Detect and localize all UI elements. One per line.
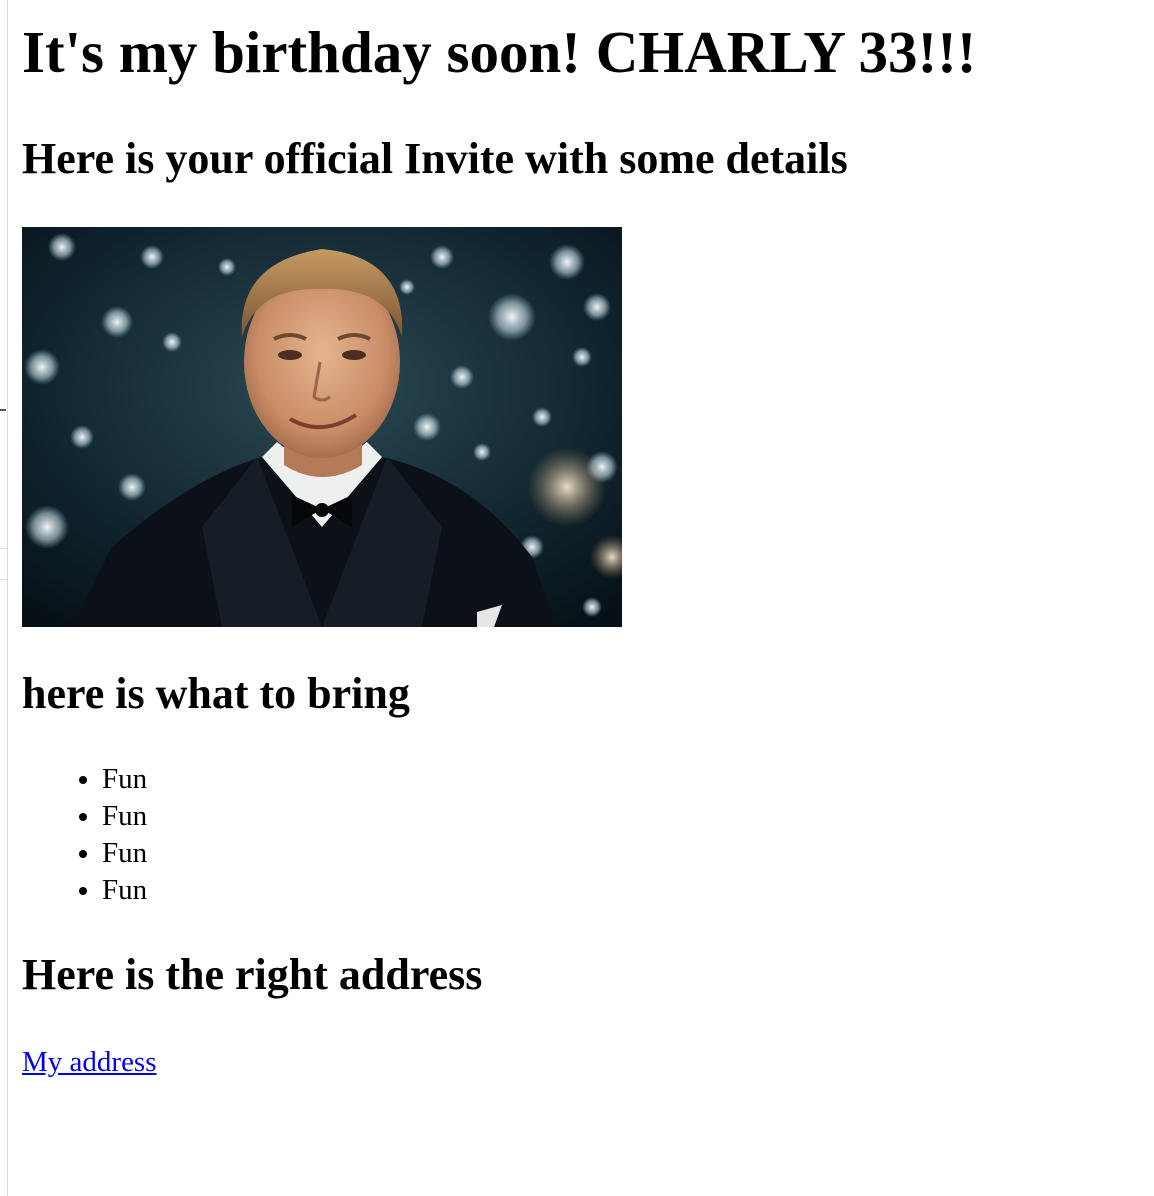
edge-divider (0, 548, 7, 549)
page-left-border (7, 0, 8, 1196)
address-link[interactable]: My address (22, 1044, 157, 1081)
hero-image (22, 227, 622, 627)
list-item: Fun (102, 798, 147, 835)
resize-handle-tick (0, 409, 6, 411)
page-title: It's my birthday soon! CHARLY 33!!! (22, 19, 977, 85)
bring-list: Fun Fun Fun Fun (22, 761, 147, 909)
address-heading: Here is the right address (22, 950, 483, 999)
bring-heading: here is what to bring (22, 669, 410, 718)
list-item: Fun (102, 872, 147, 909)
edge-divider (0, 579, 7, 580)
invite-heading: Here is your official Invite with some d… (22, 134, 848, 183)
list-item: Fun (102, 761, 147, 798)
list-item: Fun (102, 835, 147, 872)
